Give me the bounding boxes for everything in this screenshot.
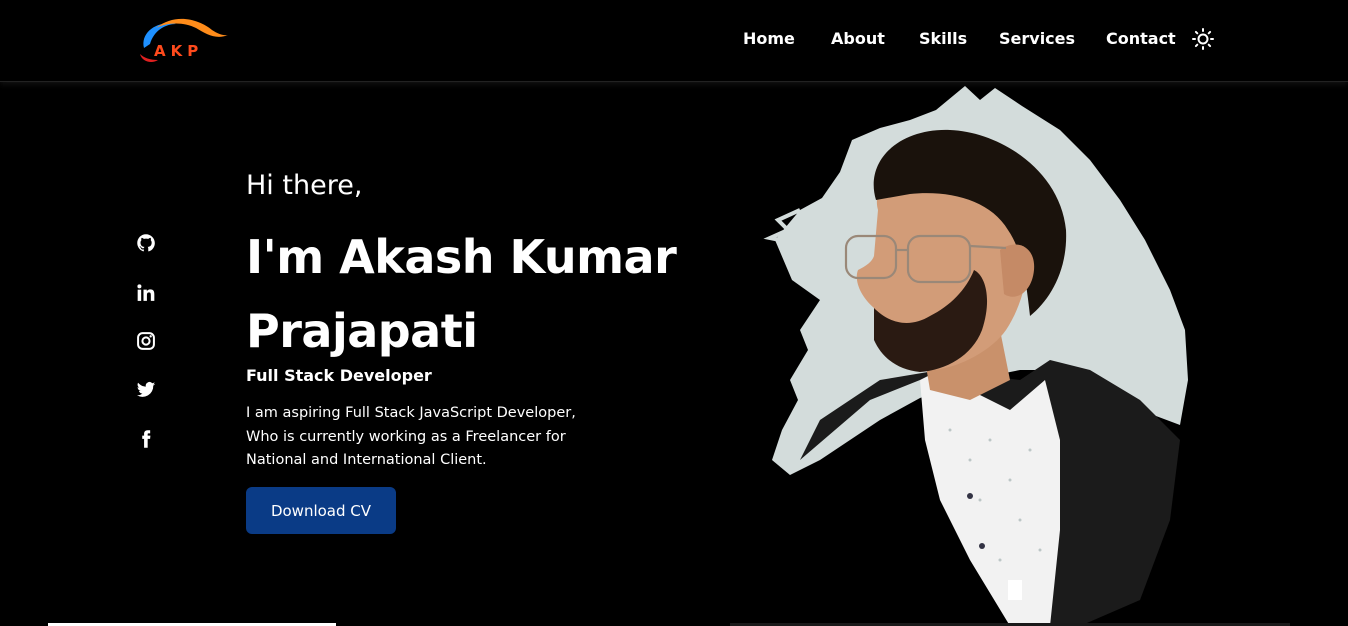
linkedin-link[interactable] <box>134 281 158 305</box>
portrait-image <box>763 86 1188 626</box>
hero-name: I'm Akash Kumar Prajapati <box>246 220 716 368</box>
nav-item-services[interactable]: Services <box>999 29 1075 48</box>
hero-name-line1: I'm Akash Kumar <box>246 230 677 284</box>
hero-greeting: Hi there, <box>246 170 363 201</box>
github-icon <box>137 234 155 252</box>
github-link[interactable] <box>134 231 158 255</box>
sun-icon <box>1192 28 1214 50</box>
instagram-icon <box>137 332 155 350</box>
linkedin-icon <box>137 284 155 301</box>
facebook-link[interactable] <box>134 427 158 451</box>
facebook-icon <box>142 430 151 448</box>
nav-item-home[interactable]: Home <box>743 29 795 48</box>
hero-name-line2: Prajapati <box>246 304 478 358</box>
hero-role: Full Stack Developer <box>246 366 432 385</box>
social-links <box>134 230 160 460</box>
instagram-link[interactable] <box>134 329 158 353</box>
download-cv-button[interactable]: Download CV <box>246 487 396 534</box>
profile-portrait <box>760 80 1200 626</box>
nav-item-skills[interactable]: Skills <box>919 29 967 48</box>
theme-toggle-button[interactable] <box>1192 28 1214 50</box>
hero-desc-line3: National and International Client. <box>246 452 487 468</box>
hero-description: I am aspiring Full Stack JavaScript Deve… <box>246 402 626 473</box>
hero-desc-line1: I am aspiring Full Stack JavaScript Deve… <box>246 405 576 421</box>
nav-item-about[interactable]: About <box>831 29 885 48</box>
twitter-link[interactable] <box>134 378 158 402</box>
hero-desc-line2: Who is currently working as a Freelancer… <box>246 428 566 445</box>
main-nav: Home About Skills Services Contact <box>0 29 1348 53</box>
twitter-icon <box>136 382 156 397</box>
site-header: AKP Home About Skills Services Contact <box>0 0 1348 82</box>
nav-item-contact[interactable]: Contact <box>1106 29 1176 48</box>
